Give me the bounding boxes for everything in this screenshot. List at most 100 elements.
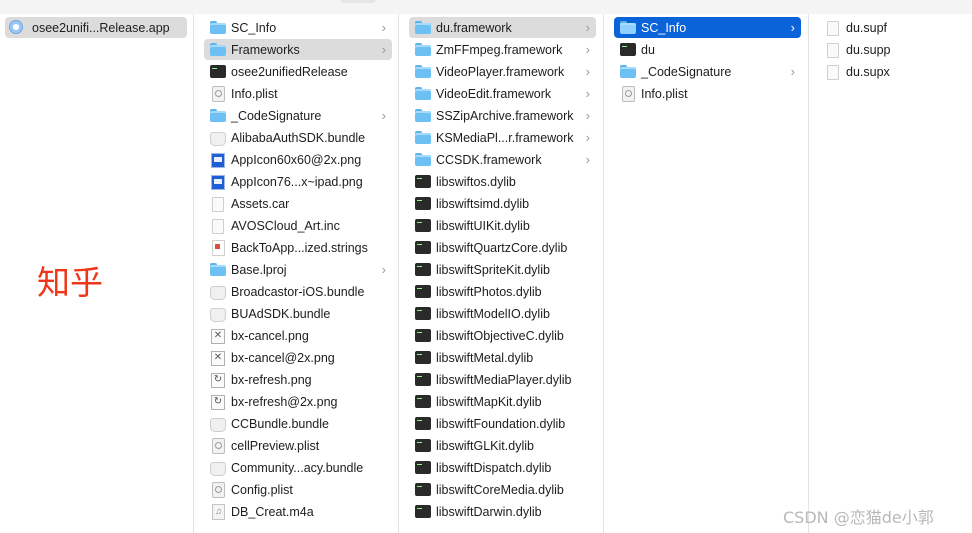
chevron-right-icon: › bbox=[381, 262, 386, 277]
cancel-image-icon: ✕ bbox=[211, 329, 225, 344]
chevron-right-icon: › bbox=[585, 152, 590, 167]
item-label: CCBundle.bundle bbox=[231, 417, 329, 431]
list-item[interactable]: libswiftObjectiveC.dylib bbox=[409, 325, 596, 346]
list-item[interactable]: osee2unifi...Release.app bbox=[5, 17, 187, 38]
list-item[interactable]: du.supf bbox=[819, 17, 966, 38]
folder-icon bbox=[415, 108, 431, 123]
document-icon bbox=[827, 43, 839, 58]
list-item[interactable]: Info.plist bbox=[614, 83, 801, 104]
folder-icon bbox=[415, 86, 431, 101]
list-item[interactable]: VideoEdit.framework › bbox=[409, 83, 596, 104]
item-label: SC_Info bbox=[641, 21, 687, 35]
bundle-icon bbox=[210, 132, 226, 146]
list-item[interactable]: SSZipArchive.framework › bbox=[409, 105, 596, 126]
list-item[interactable]: ↻ bx-refresh.png bbox=[204, 369, 392, 390]
list-item[interactable]: VideoPlayer.framework › bbox=[409, 61, 596, 82]
item-label: VideoEdit.framework bbox=[436, 87, 552, 101]
list-item[interactable]: du bbox=[614, 39, 801, 60]
item-label: DB_Creat.m4a bbox=[231, 505, 314, 519]
list-item[interactable]: libswiftModelIO.dylib bbox=[409, 303, 596, 324]
list-item[interactable]: Frameworks › bbox=[204, 39, 392, 60]
refresh-image-icon: ↻ bbox=[211, 395, 225, 410]
document-icon bbox=[212, 219, 224, 234]
item-label: Broadcastor-iOS.bundle bbox=[231, 285, 365, 299]
bundle-icon bbox=[210, 286, 226, 300]
executable-icon bbox=[415, 263, 431, 276]
item-label: du.supx bbox=[846, 65, 890, 79]
item-label: libswiftObjectiveC.dylib bbox=[436, 329, 564, 343]
list-item[interactable]: SC_Info › bbox=[614, 17, 801, 38]
list-item[interactable]: Assets.car bbox=[204, 193, 392, 214]
list-item[interactable]: libswiftDarwin.dylib bbox=[409, 501, 596, 522]
list-item[interactable]: Base.lproj › bbox=[204, 259, 392, 280]
item-label: du.framework bbox=[436, 21, 512, 35]
list-item[interactable]: Broadcastor-iOS.bundle bbox=[204, 281, 392, 302]
item-label: Base.lproj bbox=[231, 263, 287, 277]
list-item[interactable]: BUAdSDK.bundle bbox=[204, 303, 392, 324]
list-item[interactable]: _CodeSignature › bbox=[614, 61, 801, 82]
list-item[interactable]: _CodeSignature › bbox=[204, 105, 392, 126]
list-item[interactable]: CCBundle.bundle bbox=[204, 413, 392, 434]
column-divider[interactable] bbox=[193, 14, 194, 533]
chevron-right-icon: › bbox=[585, 20, 590, 35]
chevron-right-icon: › bbox=[381, 108, 386, 123]
executable-icon bbox=[415, 505, 431, 518]
item-label: SC_Info bbox=[231, 21, 277, 35]
list-item[interactable]: libswiftsimd.dylib bbox=[409, 193, 596, 214]
list-item[interactable]: cellPreview.plist bbox=[204, 435, 392, 456]
column-divider[interactable] bbox=[603, 14, 604, 533]
list-item[interactable]: Info.plist bbox=[204, 83, 392, 104]
list-item[interactable]: ↻ bx-refresh@2x.png bbox=[204, 391, 392, 412]
list-item[interactable]: BackToApp...ized.strings bbox=[204, 237, 392, 258]
list-item[interactable]: libswiftSpriteKit.dylib bbox=[409, 259, 596, 280]
item-label: BUAdSDK.bundle bbox=[231, 307, 331, 321]
list-item[interactable]: ZmFFmpeg.framework › bbox=[409, 39, 596, 60]
toolbar-segment[interactable] bbox=[340, 0, 376, 3]
executable-icon bbox=[210, 65, 226, 78]
list-item[interactable]: libswiftDispatch.dylib bbox=[409, 457, 596, 478]
list-item[interactable]: libswiftUIKit.dylib bbox=[409, 215, 596, 236]
chevron-right-icon: › bbox=[585, 42, 590, 57]
item-label: libswiftPhotos.dylib bbox=[436, 285, 542, 299]
list-item[interactable]: KSMediaPl...r.framework › bbox=[409, 127, 596, 148]
list-item[interactable]: libswiftQuartzCore.dylib bbox=[409, 237, 596, 258]
item-label: libswiftMetal.dylib bbox=[436, 351, 534, 365]
bundle-icon bbox=[210, 308, 226, 322]
item-label: du bbox=[641, 43, 655, 57]
item-label: libswiftMediaPlayer.dylib bbox=[436, 373, 572, 387]
list-item[interactable]: libswiftGLKit.dylib bbox=[409, 435, 596, 456]
column-divider[interactable] bbox=[398, 14, 399, 533]
item-label: AppIcon60x60@2x.png bbox=[231, 153, 362, 167]
list-item[interactable]: libswiftos.dylib bbox=[409, 171, 596, 192]
list-item[interactable]: CCSDK.framework › bbox=[409, 149, 596, 170]
list-item[interactable]: ✕ bx-cancel@2x.png bbox=[204, 347, 392, 368]
list-item[interactable]: SC_Info › bbox=[204, 17, 392, 38]
list-item[interactable]: ♫ DB_Creat.m4a bbox=[204, 501, 392, 522]
list-item[interactable]: libswiftMetal.dylib bbox=[409, 347, 596, 368]
list-item[interactable]: du.supx bbox=[819, 61, 966, 82]
list-item[interactable]: AppIcon60x60@2x.png bbox=[204, 149, 392, 170]
list-item[interactable]: AlibabaAuthSDK.bundle bbox=[204, 127, 392, 148]
list-item[interactable]: libswiftPhotos.dylib bbox=[409, 281, 596, 302]
list-item[interactable]: AppIcon76...x~ipad.png bbox=[204, 171, 392, 192]
list-item[interactable]: libswiftCoreMedia.dylib bbox=[409, 479, 596, 500]
list-item[interactable]: libswiftMediaPlayer.dylib bbox=[409, 369, 596, 390]
list-item[interactable]: libswiftMapKit.dylib bbox=[409, 391, 596, 412]
list-item[interactable]: Config.plist bbox=[204, 479, 392, 500]
list-item[interactable]: du.framework › bbox=[409, 17, 596, 38]
list-item[interactable]: ✕ bx-cancel.png bbox=[204, 325, 392, 346]
list-item[interactable]: du.supp bbox=[819, 39, 966, 60]
strings-icon bbox=[212, 240, 225, 256]
column-divider[interactable] bbox=[808, 14, 809, 533]
folder-icon bbox=[620, 20, 636, 35]
list-item[interactable]: Community...acy.bundle bbox=[204, 457, 392, 478]
executable-icon bbox=[415, 307, 431, 320]
executable-icon bbox=[415, 461, 431, 474]
list-item[interactable]: osee2unifiedRelease bbox=[204, 61, 392, 82]
item-label: SSZipArchive.framework bbox=[436, 109, 574, 123]
item-label: KSMediaPl...r.framework bbox=[436, 131, 574, 145]
chevron-right-icon: › bbox=[790, 20, 795, 35]
item-label: VideoPlayer.framework bbox=[436, 65, 565, 79]
list-item[interactable]: libswiftFoundation.dylib bbox=[409, 413, 596, 434]
list-item[interactable]: AVOSCloud_Art.inc bbox=[204, 215, 392, 236]
